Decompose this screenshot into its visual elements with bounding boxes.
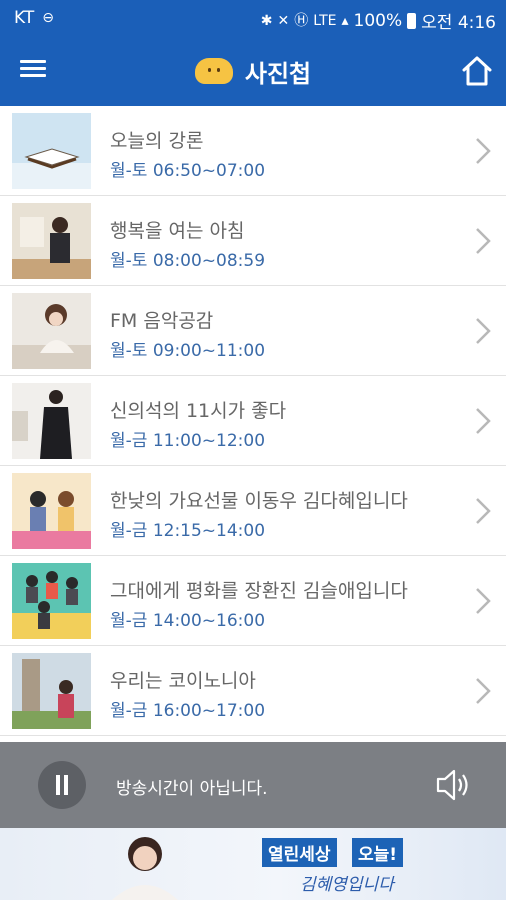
program-list: 오늘의 강론 월-토 06:50~07:00 행복을 여는 아침 월-토 08:… xyxy=(0,106,506,742)
program-thumbnail xyxy=(12,113,91,189)
program-time: 월-금 12:15~14:00 xyxy=(110,521,266,541)
program-thumbnail xyxy=(12,293,91,369)
list-item[interactable]: 행복을 여는 아침 월-토 08:00~08:59 xyxy=(0,196,506,286)
chevron-right-icon xyxy=(476,678,491,704)
player-bar: 방송시간이 아닙니다. xyxy=(0,742,506,828)
page-title: 사진첩 xyxy=(244,59,312,88)
signal-icon: ▴ xyxy=(341,12,349,29)
network-label: LTE xyxy=(313,12,337,29)
program-title: FM 음악공감 xyxy=(110,310,214,332)
pause-button[interactable] xyxy=(38,761,86,809)
carrier-label: KT xyxy=(14,8,35,28)
program-time: 월-토 06:50~07:00 xyxy=(110,161,266,181)
list-item[interactable]: 오늘의 강론 월-토 06:50~07:00 xyxy=(0,106,506,196)
program-thumbnail xyxy=(12,383,91,459)
program-title: 행복을 여는 아침 xyxy=(110,220,245,242)
program-title: 신의석의 11시가 좋다 xyxy=(110,400,287,422)
chevron-right-icon xyxy=(476,498,491,524)
battery-icon xyxy=(407,12,417,29)
chevron-right-icon xyxy=(476,318,491,344)
clock: 오전 4:16 xyxy=(421,13,496,33)
mute-icon: ✕ xyxy=(277,12,290,29)
battery-level: 100% xyxy=(353,10,403,31)
chevron-right-icon xyxy=(476,138,491,164)
program-title: 오늘의 강론 xyxy=(110,130,204,152)
banner-badge: 오늘! xyxy=(352,838,404,867)
program-title: 한낮의 가요선물 이동우 김다혜입니다 xyxy=(110,490,408,512)
program-time: 월-토 09:00~11:00 xyxy=(110,341,266,361)
broadcast-status: 방송시간이 아닙니다. xyxy=(116,779,268,799)
host-photo xyxy=(112,837,178,900)
status-bar: KT ⊖ ✱ ✕ Ⓗ LTE ▴ 100% 오전 4:16 xyxy=(0,0,506,36)
volume-icon[interactable] xyxy=(434,766,474,804)
program-time: 월-금 16:00~17:00 xyxy=(110,701,266,721)
program-thumbnail xyxy=(12,563,91,639)
program-title: 그대에게 평화를 장환진 김슬애입니다 xyxy=(110,580,408,602)
hd-icon: Ⓗ xyxy=(294,12,309,29)
list-item[interactable]: 그대에게 평화를 장환진 김슬애입니다 월-금 14:00~16:00 xyxy=(0,556,506,646)
program-thumbnail xyxy=(12,203,91,279)
bluetooth-icon: ✱ xyxy=(260,12,273,29)
banner-title: 열린세상 xyxy=(262,838,337,867)
list-item[interactable]: 한낮의 가요선물 이동우 김다혜입니다 월-금 12:15~14:00 xyxy=(0,466,506,556)
list-item[interactable]: 우리는 코이노니아 월-금 16:00~17:00 xyxy=(0,646,506,736)
chevron-right-icon xyxy=(476,228,491,254)
program-time: 월-금 11:00~12:00 xyxy=(110,431,266,451)
banner-subtitle: 김혜영입니다 xyxy=(300,875,394,895)
program-time: 월-금 14:00~16:00 xyxy=(110,611,266,631)
program-title: 우리는 코이노니아 xyxy=(110,670,256,692)
chevron-right-icon xyxy=(476,408,491,434)
app-bar: 사진첩 xyxy=(0,36,506,106)
list-item[interactable]: FM 음악공감 월-토 09:00~11:00 xyxy=(0,286,506,376)
program-time: 월-토 08:00~08:59 xyxy=(110,251,266,271)
home-icon[interactable] xyxy=(460,54,494,88)
title-area: 사진첩 xyxy=(0,36,506,106)
mascot-icon xyxy=(194,58,233,84)
program-thumbnail xyxy=(12,653,91,729)
program-thumbnail xyxy=(12,473,91,549)
list-item[interactable]: 신의석의 11시가 좋다 월-금 11:00~12:00 xyxy=(0,376,506,466)
chevron-right-icon xyxy=(476,588,491,614)
promo-banner[interactable]: 열린세상 오늘! 김혜영입니다 xyxy=(0,828,506,900)
link-icon: ⊖ xyxy=(42,10,54,26)
